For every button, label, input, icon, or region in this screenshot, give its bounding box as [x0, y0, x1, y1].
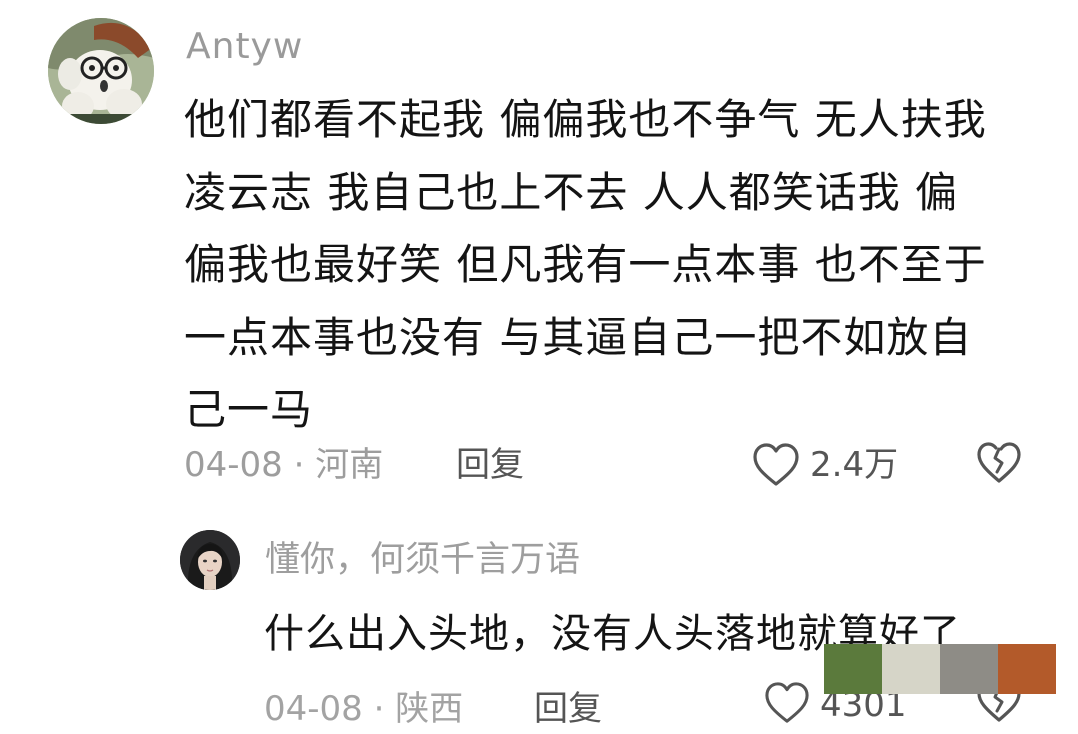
- reply-button[interactable]: 回复: [534, 684, 602, 734]
- color-palette: [824, 644, 1056, 694]
- like-count: 2.4万: [810, 445, 899, 485]
- comment-text-line: 他们都看不起我 偏偏我也不争气 无人扶我: [184, 95, 987, 144]
- comment-location: 陕西: [395, 689, 464, 729]
- color-swatch: [940, 644, 998, 694]
- heart-outline-icon: [764, 681, 810, 729]
- comment-text-line: 凌云志 我自己也上不去 人人都笑话我 偏: [184, 167, 959, 217]
- like-button[interactable]: 2.4万: [752, 440, 898, 490]
- reply-button[interactable]: 回复: [456, 440, 524, 490]
- comment-meta: 04-08 · 陕西: [264, 684, 463, 734]
- color-swatch: [824, 644, 882, 694]
- username[interactable]: Antyw: [186, 24, 303, 70]
- heart-outline-icon: [752, 442, 800, 488]
- comment-date: 04-08: [184, 445, 283, 485]
- comment-text-line: 偏我也最好笑 但凡我有一点本事 也不至于: [184, 240, 987, 289]
- comment-location: 河南: [315, 445, 384, 485]
- avatar[interactable]: [48, 18, 154, 124]
- username[interactable]: 懂你，何须千言万语: [265, 536, 580, 584]
- broken-heart-icon: [976, 681, 1022, 728]
- comment-text-line: 一点本事也没有 与其逼自己一把不如放自: [184, 312, 973, 362]
- broken-heart-icon: [976, 441, 1022, 489]
- comment-text: 他们都看不起我 偏偏我也不争气 无人扶我 凌云志 我自己也上不去 人人都笑话我 …: [184, 84, 1044, 447]
- comment-date: 04-08: [264, 689, 363, 729]
- avatar[interactable]: [180, 530, 240, 590]
- meta-separator: ·: [293, 445, 305, 485]
- color-swatch: [998, 644, 1056, 694]
- comment-item: Antyw 他们都看不起我 偏偏我也不争气 无人扶我 凌云志 我自己也上不去 人…: [0, 0, 1078, 520]
- meta-separator: ·: [373, 689, 385, 729]
- comment-meta: 04-08 · 河南: [184, 440, 383, 490]
- dislike-button[interactable]: [974, 440, 1024, 490]
- color-swatch: [882, 644, 940, 694]
- comment-text-line: 己一马: [184, 385, 314, 434]
